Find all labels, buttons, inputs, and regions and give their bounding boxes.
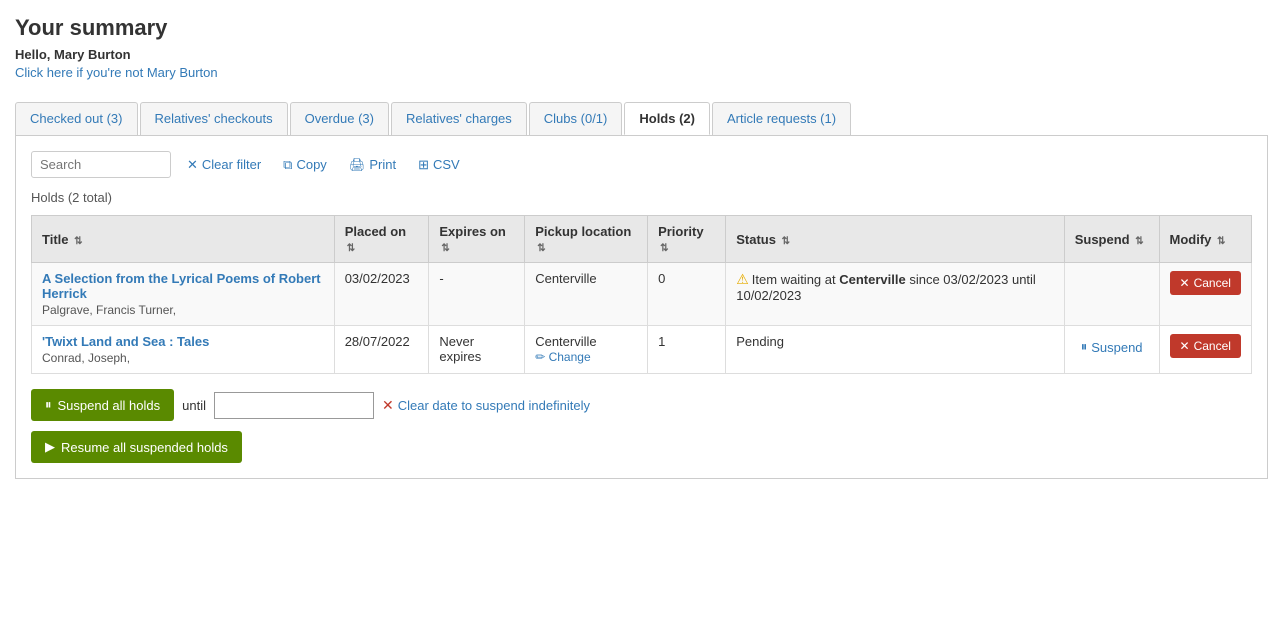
cancel-x-icon: ✕: [1180, 276, 1190, 290]
search-input[interactable]: [31, 151, 171, 178]
sort-icon[interactable]: ⇅: [1217, 236, 1225, 247]
col-header-status: Status ⇅: [726, 216, 1064, 263]
col-header-suspend: Suspend ⇅: [1064, 216, 1159, 263]
col-header-priority: Priority ⇅: [648, 216, 726, 263]
play-icon: ▶: [45, 439, 55, 455]
tab-relatives-checkouts[interactable]: Relatives' checkouts: [140, 102, 288, 135]
cancel-button[interactable]: ✕ Cancel: [1170, 334, 1241, 358]
tab-holds[interactable]: Holds (2): [624, 102, 710, 135]
csv-icon: ⊞: [418, 157, 429, 173]
resume-all-button[interactable]: ▶ Resume all suspended holds: [31, 431, 242, 463]
col-header-expires-on: Expires on ⇅: [429, 216, 525, 263]
not-you-link[interactable]: Click here if you're not Mary Burton: [15, 65, 218, 80]
sort-icon[interactable]: ⇅: [537, 243, 545, 254]
status: ⚠Item waiting at Centerville since 03/02…: [726, 263, 1064, 326]
page-title: Your summary: [15, 15, 1268, 41]
csv-button[interactable]: ⊞ CSV: [412, 153, 466, 177]
sort-icon[interactable]: ⇅: [782, 236, 790, 247]
until-label: until: [182, 398, 206, 413]
clear-date-link[interactable]: ✕ Clear date to suspend indefinitely: [382, 397, 590, 414]
modify-cell: ✕ Cancel: [1159, 326, 1251, 374]
pause-icon: ⏸: [1081, 339, 1088, 355]
book-title-link[interactable]: 'Twixt Land and Sea : Tales: [42, 334, 209, 349]
print-button[interactable]: 🖨 Print: [343, 153, 402, 177]
tab-overdue[interactable]: Overdue (3): [290, 102, 389, 135]
clear-date-label: Clear date to suspend indefinitely: [398, 398, 590, 413]
suspend-cell: ⏸ Suspend: [1064, 326, 1159, 374]
csv-label: CSV: [433, 157, 460, 172]
suspend-all-button[interactable]: ⏸ Suspend all holds: [31, 389, 174, 421]
modify-cell: ✕ Cancel: [1159, 263, 1251, 326]
clear-filter-button[interactable]: ✕ Clear filter: [181, 153, 267, 177]
suspend-date-input[interactable]: [214, 392, 374, 419]
col-header-placed-on: Placed on ⇅: [334, 216, 429, 263]
copy-button[interactable]: ⧉ Copy: [277, 153, 333, 177]
print-icon: 🖨: [349, 157, 366, 173]
print-label: Print: [369, 157, 396, 172]
table-row: A Selection from the Lyrical Poems of Ro…: [32, 263, 1252, 326]
pickup-location: Centerville✏ Change: [525, 326, 648, 374]
tab-clubs[interactable]: Clubs (0/1): [529, 102, 623, 135]
col-header-title: Title ⇅: [32, 216, 335, 263]
placed-on: 03/02/2023: [334, 263, 429, 326]
suspend-cell: [1064, 263, 1159, 326]
tab-article-requests[interactable]: Article requests (1): [712, 102, 851, 135]
sort-icon[interactable]: ⇅: [347, 243, 355, 254]
resume-all-label: Resume all suspended holds: [61, 440, 228, 455]
placed-on: 28/07/2022: [334, 326, 429, 374]
warning-icon: ⚠: [736, 271, 749, 287]
pickup-location: Centerville: [525, 263, 648, 326]
col-header-pickup-location: Pickup location ⇅: [525, 216, 648, 263]
expires-on: Never expires: [429, 326, 525, 374]
col-header-modify: Modify ⇅: [1159, 216, 1251, 263]
priority: 1: [648, 326, 726, 374]
table-header-row: Title ⇅Placed on ⇅Expires on ⇅Pickup loc…: [32, 216, 1252, 263]
resume-all-row: ▶ Resume all suspended holds: [31, 431, 1252, 463]
expires-on: -: [429, 263, 525, 326]
table-row: 'Twixt Land and Sea : Tales Conrad, Josep…: [32, 326, 1252, 374]
clear-filter-icon: ✕: [187, 157, 198, 173]
sort-icon[interactable]: ⇅: [660, 243, 668, 254]
copy-label: Copy: [296, 157, 326, 172]
book-author: Palgrave, Francis Turner,: [42, 303, 324, 317]
change-pickup-link[interactable]: ✏ Change: [535, 350, 590, 364]
copy-icon: ⧉: [283, 157, 292, 173]
bottom-actions: ⏸ Suspend all holds until ✕ Clear date t…: [31, 389, 1252, 463]
toolbar: ✕ Clear filter ⧉ Copy 🖨 Print ⊞ CSV: [31, 151, 1252, 178]
suspend-button[interactable]: ⏸ Suspend: [1075, 334, 1149, 360]
cancel-x-icon: ✕: [1180, 339, 1190, 353]
sort-icon[interactable]: ⇅: [1135, 236, 1143, 247]
greeting: Hello, Mary Burton: [15, 47, 1268, 62]
tab-checked-out[interactable]: Checked out (3): [15, 102, 138, 135]
clear-date-x-icon: ✕: [382, 397, 394, 414]
priority: 0: [648, 263, 726, 326]
username: Mary Burton: [54, 47, 131, 62]
suspend-all-row: ⏸ Suspend all holds until ✕ Clear date t…: [31, 389, 1252, 421]
tab-content: ✕ Clear filter ⧉ Copy 🖨 Print ⊞ CSV Hold…: [15, 136, 1268, 479]
status: Pending: [726, 326, 1064, 374]
sort-icon[interactable]: ⇅: [441, 243, 449, 254]
sort-icon[interactable]: ⇅: [74, 236, 82, 247]
book-author: Conrad, Joseph,: [42, 351, 324, 365]
tabs: Checked out (3)Relatives' checkoutsOverd…: [15, 102, 1268, 136]
book-title-link[interactable]: A Selection from the Lyrical Poems of Ro…: [42, 271, 321, 301]
cancel-button[interactable]: ✕ Cancel: [1170, 271, 1241, 295]
suspend-all-label: Suspend all holds: [58, 398, 161, 413]
clear-filter-label: Clear filter: [202, 157, 261, 172]
tab-relatives-charges[interactable]: Relatives' charges: [391, 102, 527, 135]
holds-count: Holds (2 total): [31, 190, 1252, 205]
holds-table: Title ⇅Placed on ⇅Expires on ⇅Pickup loc…: [31, 215, 1252, 374]
pause-icon: ⏸: [45, 397, 52, 413]
